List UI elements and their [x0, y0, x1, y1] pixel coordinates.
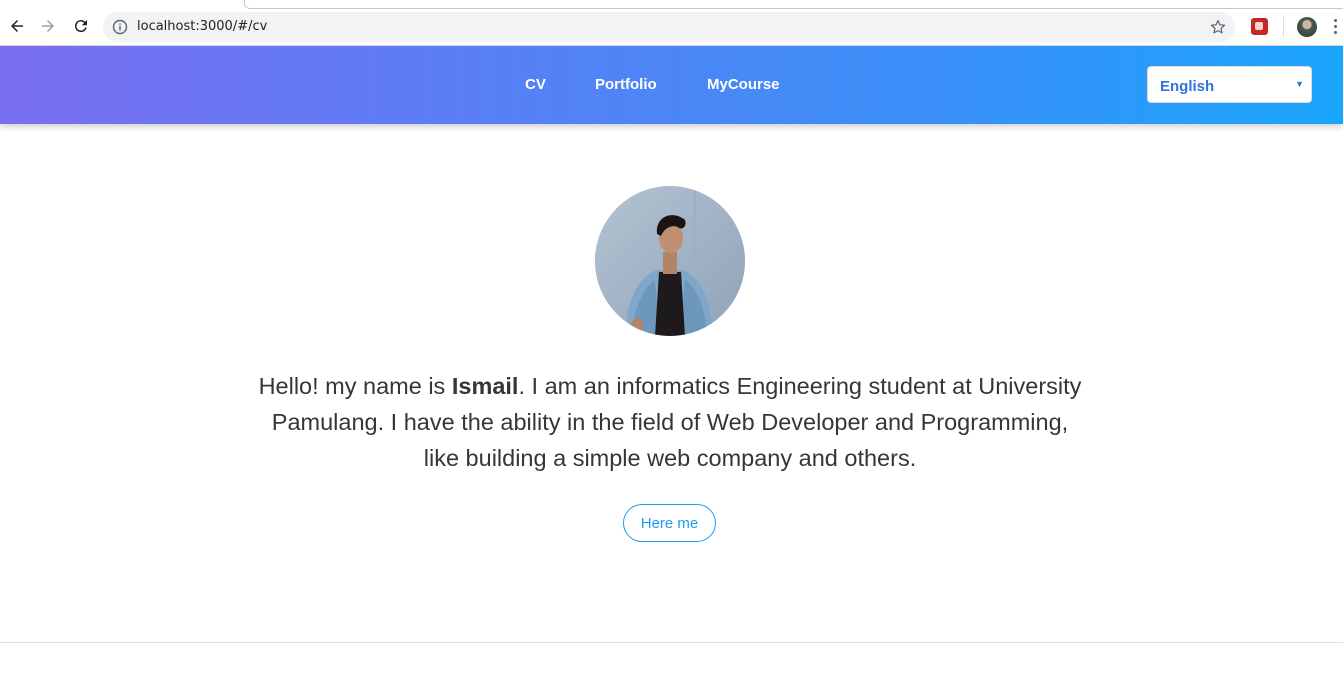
language-select-value: English: [1160, 78, 1215, 95]
profile-name: Ismail: [451, 373, 519, 399]
site-info-icon[interactable]: [112, 19, 128, 35]
intro-paragraph: Hello! my name is Ismail. I am an inform…: [254, 368, 1086, 476]
footer-divider: [0, 642, 1343, 643]
browser-toolbar: localhost:3000/#/cv: [0, 0, 1343, 46]
toolbar-divider: [1283, 17, 1284, 37]
address-bar[interactable]: localhost:3000/#/cv: [103, 12, 1235, 42]
nav-link-portfolio[interactable]: Portfolio: [595, 76, 657, 93]
extension-icon[interactable]: [1251, 18, 1268, 35]
intro-text-start: Hello! my name is: [258, 373, 452, 399]
browser-menu-icon[interactable]: [1334, 19, 1338, 35]
url-text[interactable]: localhost:3000/#/cv: [137, 19, 267, 34]
profile-photo: [595, 186, 745, 336]
dropdown-arrow-icon: ▼: [1295, 79, 1304, 89]
tab-strip-edge: [244, 0, 1343, 9]
here-me-button[interactable]: Here me: [623, 504, 716, 542]
language-select[interactable]: English ▼: [1147, 66, 1312, 103]
reload-icon[interactable]: [70, 15, 92, 37]
profile-avatar-icon[interactable]: [1297, 17, 1317, 37]
site-navbar: CV Portfolio MyCourse English ▼: [0, 46, 1343, 124]
back-arrow-icon[interactable]: [6, 15, 28, 37]
forward-arrow-icon[interactable]: [37, 15, 59, 37]
nav-link-mycourse[interactable]: MyCourse: [707, 76, 780, 93]
bookmark-star-icon[interactable]: [1209, 18, 1227, 36]
nav-link-cv[interactable]: CV: [525, 76, 546, 93]
